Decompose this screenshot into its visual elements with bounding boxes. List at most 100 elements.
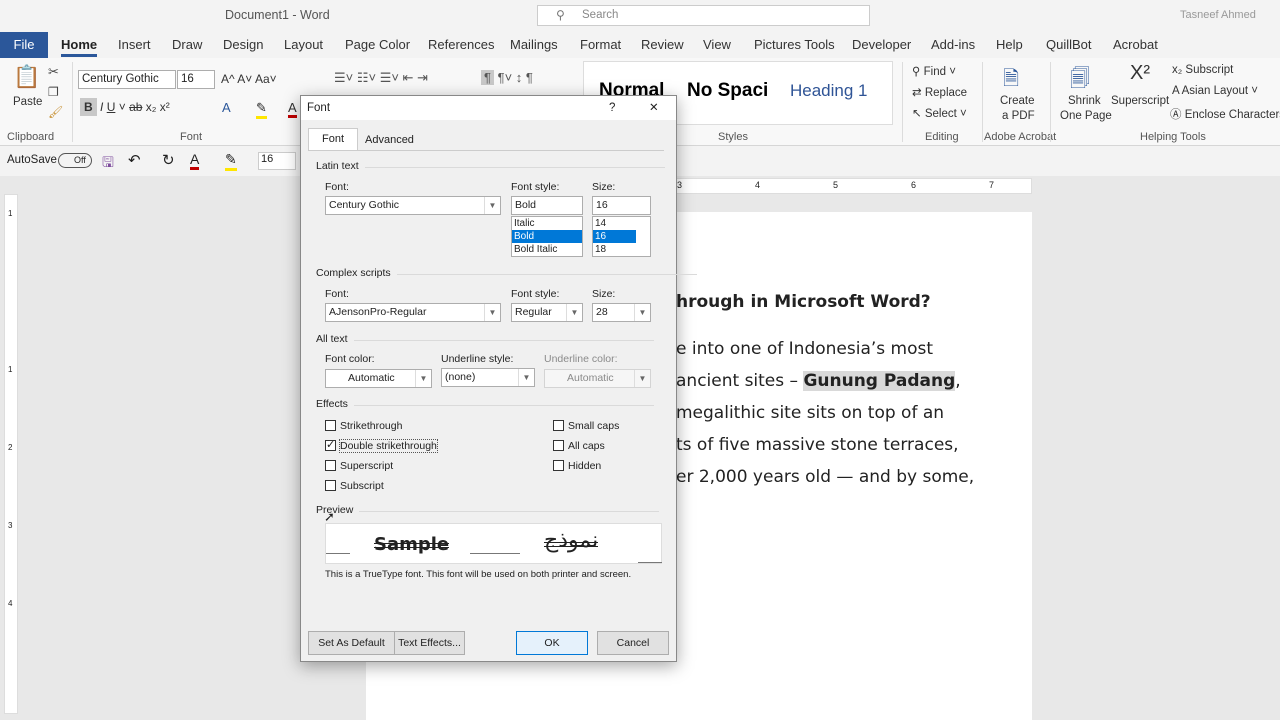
tab-file[interactable]: File [0, 32, 48, 58]
set-as-default-button[interactable]: Set As Default [308, 631, 395, 655]
chevron-down-icon[interactable]: ▼ [634, 304, 650, 321]
copy-icon[interactable]: ❐ [48, 85, 59, 99]
tab-developer[interactable]: Developer [852, 32, 911, 58]
tab-references[interactable]: References [428, 32, 494, 58]
complex-size-select[interactable]: 28 ▼ [592, 303, 651, 322]
tab-format[interactable]: Format [580, 32, 621, 58]
create-pdf-icon[interactable]: 🗎 [1003, 64, 1019, 98]
hidden-label[interactable]: Hidden [568, 460, 601, 472]
autosave-toggle[interactable]: Off [58, 153, 92, 168]
chevron-down-icon[interactable]: ▼ [634, 370, 650, 387]
redo-icon[interactable]: ↻ [162, 151, 175, 169]
list-item[interactable]: 14 [593, 217, 650, 230]
font-style-list[interactable]: Italic Bold Bold Italic [511, 216, 583, 257]
double-strikethrough-label[interactable]: Double strikethrough [339, 439, 438, 453]
tab-insert[interactable]: Insert [118, 32, 151, 58]
subscript-button[interactable]: x₂ Subscript [1172, 64, 1233, 76]
tab-page-color[interactable]: Page Color [345, 32, 410, 58]
select-button[interactable]: ↖ Select ˅ [912, 106, 967, 120]
latin-size-input[interactable]: 16 [592, 196, 651, 215]
paste-label[interactable]: Paste [13, 96, 42, 108]
tab-home[interactable]: Home [61, 32, 98, 58]
underline-color-select[interactable]: Automatic ▼ [544, 369, 651, 388]
enclose-button[interactable]: Ⓐ Enclose Characters [1170, 106, 1280, 122]
superscript-label[interactable]: Superscript [340, 460, 393, 472]
hidden-checkbox[interactable] [553, 460, 564, 471]
strikethrough-label[interactable]: Strikethrough [340, 420, 402, 432]
list-item[interactable]: Bold [512, 230, 582, 243]
vertical-ruler[interactable]: 1 1 2 3 4 [4, 194, 18, 714]
superscript-big-icon[interactable]: X² [1130, 62, 1150, 85]
superscript-checkbox[interactable] [325, 460, 336, 471]
style-heading-1[interactable]: Heading 1 [790, 81, 868, 101]
tab-pictures-tools[interactable]: Pictures Tools [754, 32, 835, 58]
all-caps-label[interactable]: All caps [568, 440, 605, 452]
paragraph-icon[interactable]: ¶ ¶˅ ↕ ¶ [481, 70, 533, 85]
font-color-select[interactable]: Automatic ▼ [325, 369, 432, 388]
tab-acrobat[interactable]: Acrobat [1113, 32, 1158, 58]
chevron-down-icon[interactable]: ▼ [484, 304, 500, 321]
font-name-box[interactable]: Century Gothic [78, 70, 176, 89]
tab-draw[interactable]: Draw [172, 32, 202, 58]
tab-review[interactable]: Review [641, 32, 684, 58]
close-icon[interactable]: ✕ [649, 96, 659, 120]
underline-style-select[interactable]: (none) ▼ [441, 368, 535, 387]
small-caps-label[interactable]: Small caps [568, 420, 619, 432]
font-color-icon[interactable]: A [288, 100, 297, 118]
chevron-down-icon[interactable]: ▼ [566, 304, 582, 321]
tab-view[interactable]: View [703, 32, 731, 58]
create-pdf-label-2[interactable]: a PDF [1002, 110, 1035, 122]
highlight-icon[interactable]: ✎ [256, 100, 267, 119]
text-effects-icon[interactable]: A [222, 100, 231, 115]
ok-button[interactable]: OK [516, 631, 588, 655]
subscript-checkbox[interactable] [325, 480, 336, 491]
font-size-list[interactable]: 14 16 18 [592, 216, 651, 257]
tab-quillbot[interactable]: QuillBot [1046, 32, 1092, 58]
list-item[interactable]: 16 [593, 230, 636, 243]
shrink-label-2[interactable]: One Page [1060, 110, 1112, 122]
cut-icon[interactable]: ✂ [48, 64, 59, 80]
tab-help[interactable]: Help [996, 32, 1023, 58]
list-item[interactable]: 18 [593, 243, 650, 256]
tab-font[interactable]: Font [308, 128, 358, 150]
paste-icon[interactable]: 📋 [13, 64, 41, 92]
qat-highlight-icon[interactable]: ✎ [225, 151, 237, 171]
latin-style-input[interactable]: Bold [511, 196, 583, 215]
all-caps-checkbox[interactable] [553, 440, 564, 451]
user-name[interactable]: Tasneef Ahmed [1180, 9, 1256, 21]
qat-font-color-icon[interactable]: A [190, 151, 200, 170]
chevron-down-icon[interactable]: ▼ [484, 197, 500, 214]
tab-layout[interactable]: Layout [284, 32, 323, 58]
latin-font-select[interactable]: Century Gothic ▼ [325, 196, 501, 215]
style-no-spacing[interactable]: No Spaci [687, 80, 768, 102]
double-strikethrough-checkbox[interactable] [325, 438, 336, 451]
strikethrough-checkbox[interactable] [325, 420, 336, 431]
chevron-down-icon[interactable]: ▼ [518, 369, 534, 386]
create-pdf-label-1[interactable]: Create [1000, 95, 1035, 107]
small-caps-checkbox[interactable] [553, 420, 564, 431]
subscript-label[interactable]: Subscript [340, 480, 384, 492]
tab-advanced[interactable]: Advanced [365, 132, 414, 150]
shrink-page-icon[interactable]: 🗐 [1070, 64, 1090, 98]
undo-icon[interactable]: ↶ [128, 151, 141, 169]
find-button[interactable]: ⚲ Find ˅ [912, 64, 956, 78]
bullets-icon[interactable]: ☰˅ ☷˅ ☰˅ ⇤ ⇥ [334, 70, 428, 86]
chevron-down-icon[interactable]: ▼ [415, 370, 431, 387]
superscript-label[interactable]: Superscript [1111, 95, 1169, 107]
replace-button[interactable]: ⇄ Replace [912, 85, 967, 99]
shrink-label-1[interactable]: Shrink [1068, 95, 1101, 107]
search-box[interactable]: ⚲ Search [537, 5, 870, 26]
list-item[interactable]: Bold Italic [512, 243, 582, 256]
cancel-button[interactable]: Cancel [597, 631, 669, 655]
bold-icon[interactable]: B I U ˅ ab x₂ x² [80, 98, 170, 116]
save-icon[interactable]: 🖫 [102, 152, 114, 176]
list-item[interactable]: Italic [512, 217, 582, 230]
complex-style-select[interactable]: Regular ▼ [511, 303, 583, 322]
tab-add-ins[interactable]: Add-ins [931, 32, 975, 58]
tab-mailings[interactable]: Mailings [510, 32, 558, 58]
tab-design[interactable]: Design [223, 32, 263, 58]
complex-font-select[interactable]: AJensonPro-Regular ▼ [325, 303, 501, 322]
asian-layout-button[interactable]: A Asian Layout ˅ [1172, 85, 1258, 97]
grow-font-icon[interactable]: A^ A˅ Aa˅ [221, 72, 277, 86]
qat-size-box[interactable]: 16 [258, 152, 296, 170]
